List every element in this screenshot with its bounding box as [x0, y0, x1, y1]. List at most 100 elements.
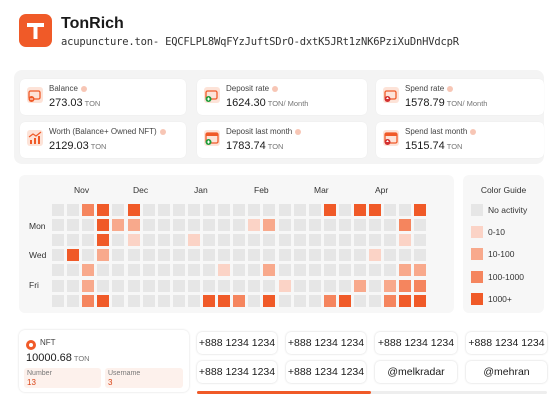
- heatmap-cell[interactable]: [142, 264, 155, 277]
- heatmap-cell[interactable]: [82, 294, 95, 307]
- heatmap-cell[interactable]: [354, 234, 366, 247]
- heatmap-cell[interactable]: [97, 294, 110, 307]
- heatmap-cell[interactable]: [414, 204, 427, 216]
- heatmap-cell[interactable]: [293, 219, 306, 232]
- info-dot-icon[interactable]: [447, 85, 454, 92]
- scrollbar-thumb[interactable]: [197, 391, 371, 394]
- heatmap-cell[interactable]: [112, 279, 125, 292]
- heatmap-cell[interactable]: [82, 219, 95, 232]
- info-dot-icon[interactable]: [295, 128, 302, 135]
- info-dot-icon[interactable]: [80, 85, 87, 92]
- heatmap-cell[interactable]: [293, 294, 306, 307]
- heatmap-cell[interactable]: [157, 219, 170, 232]
- heatmap-cell[interactable]: [142, 249, 155, 262]
- heatmap-cell[interactable]: [278, 234, 291, 247]
- heatmap-cell[interactable]: [399, 234, 412, 247]
- heatmap-cell[interactable]: [263, 219, 276, 232]
- heatmap-cell[interactable]: [187, 264, 200, 277]
- heatmap-cell[interactable]: [82, 204, 95, 216]
- heatmap-cell[interactable]: [187, 219, 200, 232]
- heatmap-cell[interactable]: [278, 264, 291, 277]
- heatmap-cell[interactable]: [414, 234, 427, 247]
- heatmap-cell[interactable]: [67, 279, 80, 292]
- heatmap-cell[interactable]: [248, 234, 261, 247]
- heatmap-cell[interactable]: [127, 219, 140, 232]
- heatmap-cell[interactable]: [67, 264, 80, 277]
- heatmap-cell[interactable]: [203, 234, 215, 247]
- heatmap-cell[interactable]: [112, 249, 125, 262]
- heatmap-cell[interactable]: [52, 249, 64, 262]
- heatmap-cell[interactable]: [248, 264, 261, 277]
- heatmap-cell[interactable]: [187, 294, 200, 307]
- heatmap-cell[interactable]: [97, 219, 110, 232]
- heatmap-cell[interactable]: [278, 204, 291, 216]
- heatmap-cell[interactable]: [399, 294, 412, 307]
- heatmap-cell[interactable]: [248, 249, 261, 262]
- heatmap-cell[interactable]: [112, 294, 125, 307]
- heatmap-cell[interactable]: [112, 204, 125, 216]
- heatmap-cell[interactable]: [278, 279, 291, 292]
- heatmap-cell[interactable]: [97, 264, 110, 277]
- nft-number-pill[interactable]: +888 1234 1234: [286, 361, 366, 383]
- heatmap-cell[interactable]: [233, 219, 246, 232]
- heatmap-cell[interactable]: [67, 234, 80, 247]
- heatmap-cell[interactable]: [172, 249, 185, 262]
- heatmap-cell[interactable]: [414, 294, 427, 307]
- heatmap-cell[interactable]: [67, 249, 80, 262]
- heatmap-cell[interactable]: [338, 294, 351, 307]
- heatmap-cell[interactable]: [172, 279, 185, 292]
- heatmap-cell[interactable]: [399, 264, 412, 277]
- heatmap-cell[interactable]: [82, 234, 95, 247]
- heatmap-cell[interactable]: [414, 249, 427, 262]
- heatmap-cell[interactable]: [187, 249, 200, 262]
- heatmap-cell[interactable]: [218, 294, 231, 307]
- heatmap-cell[interactable]: [112, 234, 125, 247]
- heatmap-cell[interactable]: [52, 294, 64, 307]
- nft-number-pill[interactable]: +888 1234 1234: [466, 332, 547, 354]
- heatmap-cell[interactable]: [293, 264, 306, 277]
- heatmap-cell[interactable]: [338, 264, 351, 277]
- heatmap-cell[interactable]: [233, 234, 246, 247]
- heatmap-cell[interactable]: [97, 234, 110, 247]
- heatmap-cell[interactable]: [323, 204, 336, 216]
- heatmap-cell[interactable]: [233, 279, 246, 292]
- heatmap-cell[interactable]: [293, 234, 306, 247]
- nft-number-pill[interactable]: +888 1234 1234: [375, 332, 457, 354]
- heatmap-cell[interactable]: [187, 234, 200, 247]
- heatmap-cell[interactable]: [248, 294, 261, 307]
- heatmap-cell[interactable]: [97, 279, 110, 292]
- heatmap-cell[interactable]: [263, 249, 276, 262]
- heatmap-cell[interactable]: [369, 249, 382, 262]
- heatmap-cell[interactable]: [172, 204, 185, 216]
- heatmap-cell[interactable]: [52, 204, 64, 216]
- nft-card[interactable]: NFT 10000.68 TON Number 13 Username 3: [19, 330, 189, 392]
- heatmap-cell[interactable]: [354, 294, 366, 307]
- heatmap-cell[interactable]: [218, 264, 231, 277]
- heatmap-cell[interactable]: [127, 294, 140, 307]
- heatmap-cell[interactable]: [263, 204, 276, 216]
- heatmap-cell[interactable]: [127, 279, 140, 292]
- heatmap-cell[interactable]: [52, 219, 64, 232]
- heatmap-cell[interactable]: [278, 294, 291, 307]
- heatmap-cell[interactable]: [142, 279, 155, 292]
- heatmap-cell[interactable]: [157, 264, 170, 277]
- heatmap-cell[interactable]: [323, 294, 336, 307]
- nft-number-pill[interactable]: +888 1234 1234: [286, 332, 366, 354]
- heatmap-cell[interactable]: [203, 279, 215, 292]
- heatmap-cell[interactable]: [293, 249, 306, 262]
- heatmap-cell[interactable]: [338, 249, 351, 262]
- heatmap-cell[interactable]: [354, 219, 366, 232]
- heatmap-cell[interactable]: [384, 219, 397, 232]
- info-dot-icon[interactable]: [159, 128, 166, 135]
- heatmap-cell[interactable]: [263, 294, 276, 307]
- heatmap-cell[interactable]: [187, 279, 200, 292]
- heatmap-cell[interactable]: [248, 279, 261, 292]
- heatmap-cell[interactable]: [172, 234, 185, 247]
- heatmap-cell[interactable]: [354, 204, 366, 216]
- heatmap-cell[interactable]: [172, 219, 185, 232]
- heatmap-cell[interactable]: [233, 249, 246, 262]
- heatmap-cell[interactable]: [414, 219, 427, 232]
- heatmap-cell[interactable]: [127, 234, 140, 247]
- heatmap-cell[interactable]: [203, 219, 215, 232]
- heatmap-cell[interactable]: [338, 279, 351, 292]
